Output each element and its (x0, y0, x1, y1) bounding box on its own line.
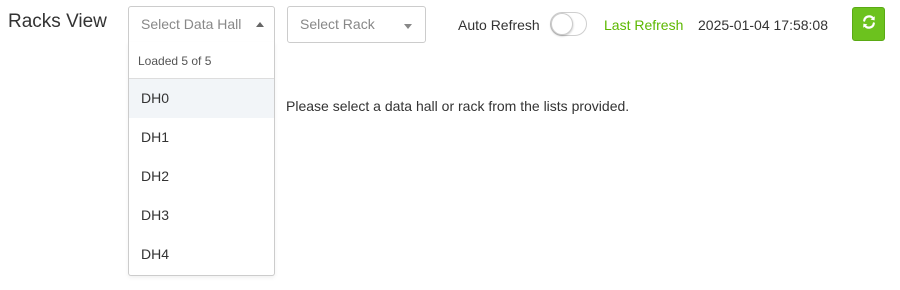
dropdown-option-dh2[interactable]: DH2 (129, 157, 274, 196)
data-hall-select[interactable]: Select Data Hall (128, 6, 275, 43)
racks-view-page: Racks View Select Data Hall Loaded 5 of … (0, 0, 900, 290)
refresh-button[interactable] (852, 7, 885, 41)
dropdown-option-dh4[interactable]: DH4 (129, 235, 274, 274)
data-hall-dropdown-menu: Loaded 5 of 5 DH0 DH1 DH2 DH3 DH4 (128, 42, 275, 276)
refresh-icon (861, 14, 877, 35)
dropdown-option-dh0[interactable]: DH0 (129, 79, 274, 118)
dropdown-load-status: Loaded 5 of 5 (129, 42, 274, 79)
last-refresh-label: Last Refresh (604, 17, 684, 33)
data-hall-select-placeholder: Select Data Hall (141, 16, 242, 32)
dropdown-option-dh1[interactable]: DH1 (129, 118, 274, 157)
empty-state-message: Please select a data hall or rack from t… (286, 98, 630, 114)
page-title: Racks View (8, 11, 107, 32)
toggle-knob (551, 13, 573, 35)
caret-up-icon (256, 22, 264, 27)
last-refresh-timestamp: 2025-01-04 17:58:08 (698, 17, 828, 33)
auto-refresh-label: Auto Refresh (458, 17, 540, 33)
dropdown-option-dh3[interactable]: DH3 (129, 196, 274, 235)
caret-down-icon (404, 24, 412, 29)
auto-refresh-toggle[interactable] (550, 12, 587, 36)
rack-select[interactable]: Select Rack (287, 6, 426, 43)
rack-select-placeholder: Select Rack (300, 16, 375, 32)
